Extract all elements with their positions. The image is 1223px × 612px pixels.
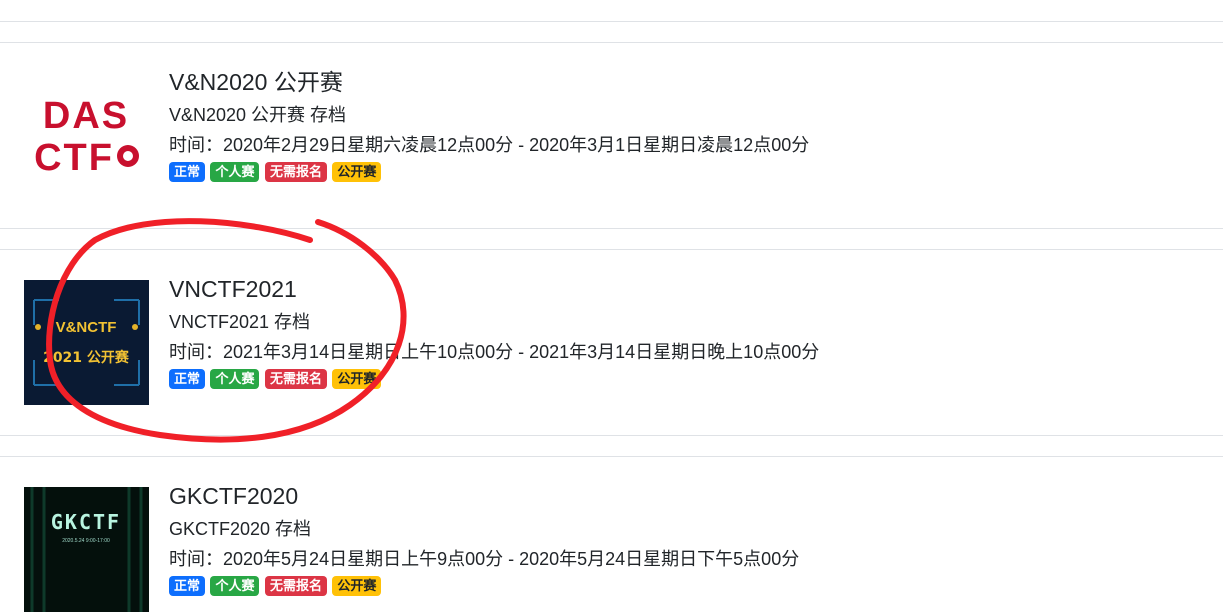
gkctf-poster: GKCTF 2020.5.24 9:00-17:00 [24, 487, 149, 612]
divider [0, 435, 1223, 436]
mode-badge: 个人赛 [210, 369, 260, 389]
event-title[interactable]: GKCTF2020 [169, 482, 799, 510]
event-thumbnail[interactable]: DAS CTF [24, 78, 149, 203]
mode-badge: 个人赛 [210, 576, 260, 596]
event-subtitle: V&N2020 公开赛 存档 [169, 105, 347, 125]
event-subtitle: VNCTF2021 存档 [169, 312, 311, 332]
svg-text:2020.5.24 9:00-17:00: 2020.5.24 9:00-17:00 [62, 538, 110, 544]
event-tags: 正常 个人赛 无需报名 公开赛 [169, 576, 799, 596]
status-badge: 正常 [169, 369, 206, 389]
event-info: GKCTF2020 GKCTF2020 存档 时间：2020年5月24日星期日上… [169, 482, 799, 596]
status-badge: 正常 [169, 162, 206, 182]
event-thumbnail[interactable]: V&NCTF 2021 公开赛 [24, 280, 149, 405]
event-thumbnail[interactable]: GKCTF 2020.5.24 9:00-17:00 [24, 487, 149, 612]
type-badge: 公开赛 [332, 369, 382, 389]
event-card: V&NCTF 2021 公开赛 VNCTF2021 VNCTF2021 存档 时… [0, 250, 1223, 435]
event-title[interactable]: V&N2020 公开赛 [169, 68, 809, 96]
event-time: 时间：2020年2月29日星期六凌晨12点00分 - 2020年3月1日星期日凌… [169, 135, 810, 155]
svg-text:CTF: CTF [34, 137, 114, 179]
type-badge: 公开赛 [332, 162, 382, 182]
event-tags: 正常 个人赛 无需报名 公开赛 [169, 162, 809, 182]
svg-text:DAS: DAS [43, 95, 129, 137]
svg-text:GKCTF: GKCTF [51, 510, 121, 534]
vnctf-poster: V&NCTF 2021 公开赛 [24, 280, 149, 405]
registration-badge: 无需报名 [264, 576, 327, 596]
registration-badge: 无需报名 [264, 162, 327, 182]
event-card: GKCTF 2020.5.24 9:00-17:00 GKCTF2020 GKC… [0, 457, 1223, 612]
event-info: VNCTF2021 VNCTF2021 存档 时间：2021年3月14日星期日上… [169, 275, 819, 389]
divider [0, 228, 1223, 229]
event-time: 时间：2020年5月24日星期日上午9点00分 - 2020年5月24日星期日下… [169, 549, 800, 569]
event-subtitle: GKCTF2020 存档 [169, 519, 312, 539]
das-ctf-logo: DAS CTF [34, 95, 139, 179]
event-time: 时间：2021年3月14日星期日上午10点00分 - 2021年3月14日星期日… [169, 342, 820, 362]
svg-text:V&NCTF: V&NCTF [56, 319, 117, 336]
divider [0, 21, 1223, 22]
event-info: V&N2020 公开赛 V&N2020 公开赛 存档 时间：2020年2月29日… [169, 68, 809, 182]
event-tags: 正常 个人赛 无需报名 公开赛 [169, 369, 819, 389]
event-card: DAS CTF V&N2020 公开赛 V&N2020 公开赛 存档 时间：20… [0, 43, 1223, 228]
registration-badge: 无需报名 [264, 369, 327, 389]
event-title[interactable]: VNCTF2021 [169, 275, 819, 303]
mode-badge: 个人赛 [210, 162, 260, 182]
status-badge: 正常 [169, 576, 206, 596]
svg-text:2021 公开赛: 2021 公开赛 [43, 349, 130, 366]
type-badge: 公开赛 [332, 576, 382, 596]
